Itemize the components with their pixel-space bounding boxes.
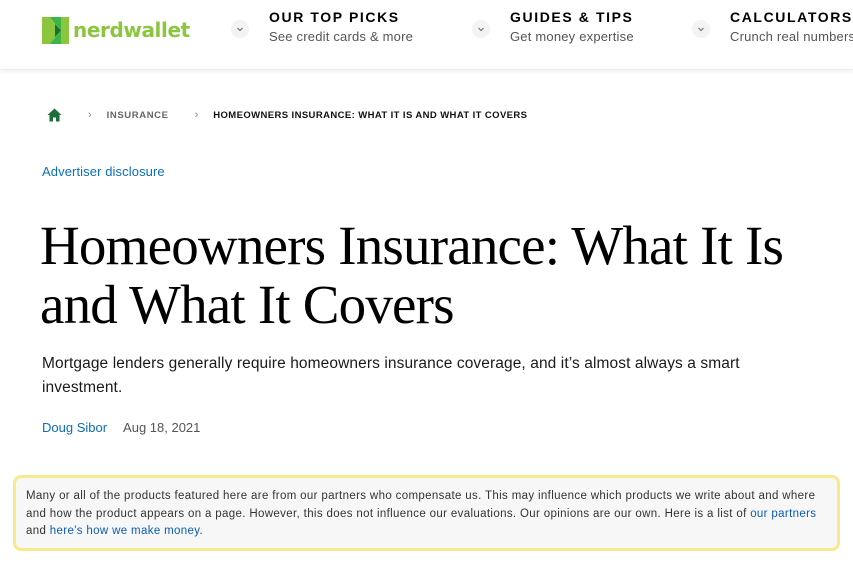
- nav-subtitle: Crunch real numbers: [730, 29, 853, 44]
- article-subtitle: Mortgage lenders generally require homeo…: [42, 355, 740, 396]
- nav-our-top-picks[interactable]: OUR TOP PICKS See credit cards & more: [231, 8, 413, 52]
- disclaimer-and: and: [26, 525, 50, 537]
- breadcrumb: › INSURANCE › HOMEOWNERS INSURANCE: WHAT…: [47, 106, 527, 124]
- chevron-down-icon[interactable]: [692, 20, 710, 38]
- byline: Doug Sibor Aug 18, 2021: [42, 420, 200, 435]
- breadcrumb-separator: ›: [88, 109, 92, 121]
- advertiser-disclosure-link[interactable]: Advertiser disclosure: [42, 164, 165, 179]
- breadcrumb-separator: ›: [194, 109, 199, 121]
- chevron-down-icon[interactable]: [472, 20, 490, 38]
- site-header: nerdwallet OUR TOP PICKS See credit card…: [0, 0, 853, 70]
- nav-subtitle: Get money expertise: [510, 29, 634, 44]
- disclaimer-end: .: [199, 525, 204, 537]
- our-partners-link[interactable]: our partners: [750, 508, 816, 520]
- breadcrumb-current: HOMEOWNERS INSURANCE: WHAT IT IS AND WHA…: [213, 109, 528, 121]
- author-link[interactable]: Doug Sibor: [42, 420, 107, 435]
- nerdwallet-logo[interactable]: nerdwallet: [42, 16, 190, 44]
- nav-guides-tips[interactable]: GUIDES & TIPS Get money expertise: [472, 8, 634, 52]
- breadcrumb-home[interactable]: [47, 108, 62, 122]
- partner-disclaimer: Many or all of the products featured her…: [13, 475, 840, 551]
- chevron-down-icon[interactable]: [231, 20, 249, 38]
- breadcrumb-insurance[interactable]: INSURANCE: [107, 110, 169, 121]
- nav-title: CALCULATORS: [730, 9, 853, 25]
- publish-date: Aug 18, 2021: [123, 420, 201, 435]
- nav-title: GUIDES & TIPS: [510, 9, 634, 25]
- page-title: Homeowners Insurance: What It Is and Wha…: [40, 215, 784, 335]
- nav-title: OUR TOP PICKS: [269, 9, 400, 25]
- nerdwallet-logo-icon: [42, 16, 69, 44]
- home-icon: [47, 108, 62, 122]
- how-we-make-money-link[interactable]: here's how we make money: [50, 525, 200, 537]
- disclaimer-text: Many or all of the products featured her…: [26, 490, 816, 520]
- logo-wordmark: nerdwallet: [73, 18, 190, 42]
- nav-subtitle: See credit cards & more: [269, 29, 414, 44]
- nav-calculators[interactable]: CALCULATORS Crunch real numbers: [692, 8, 853, 52]
